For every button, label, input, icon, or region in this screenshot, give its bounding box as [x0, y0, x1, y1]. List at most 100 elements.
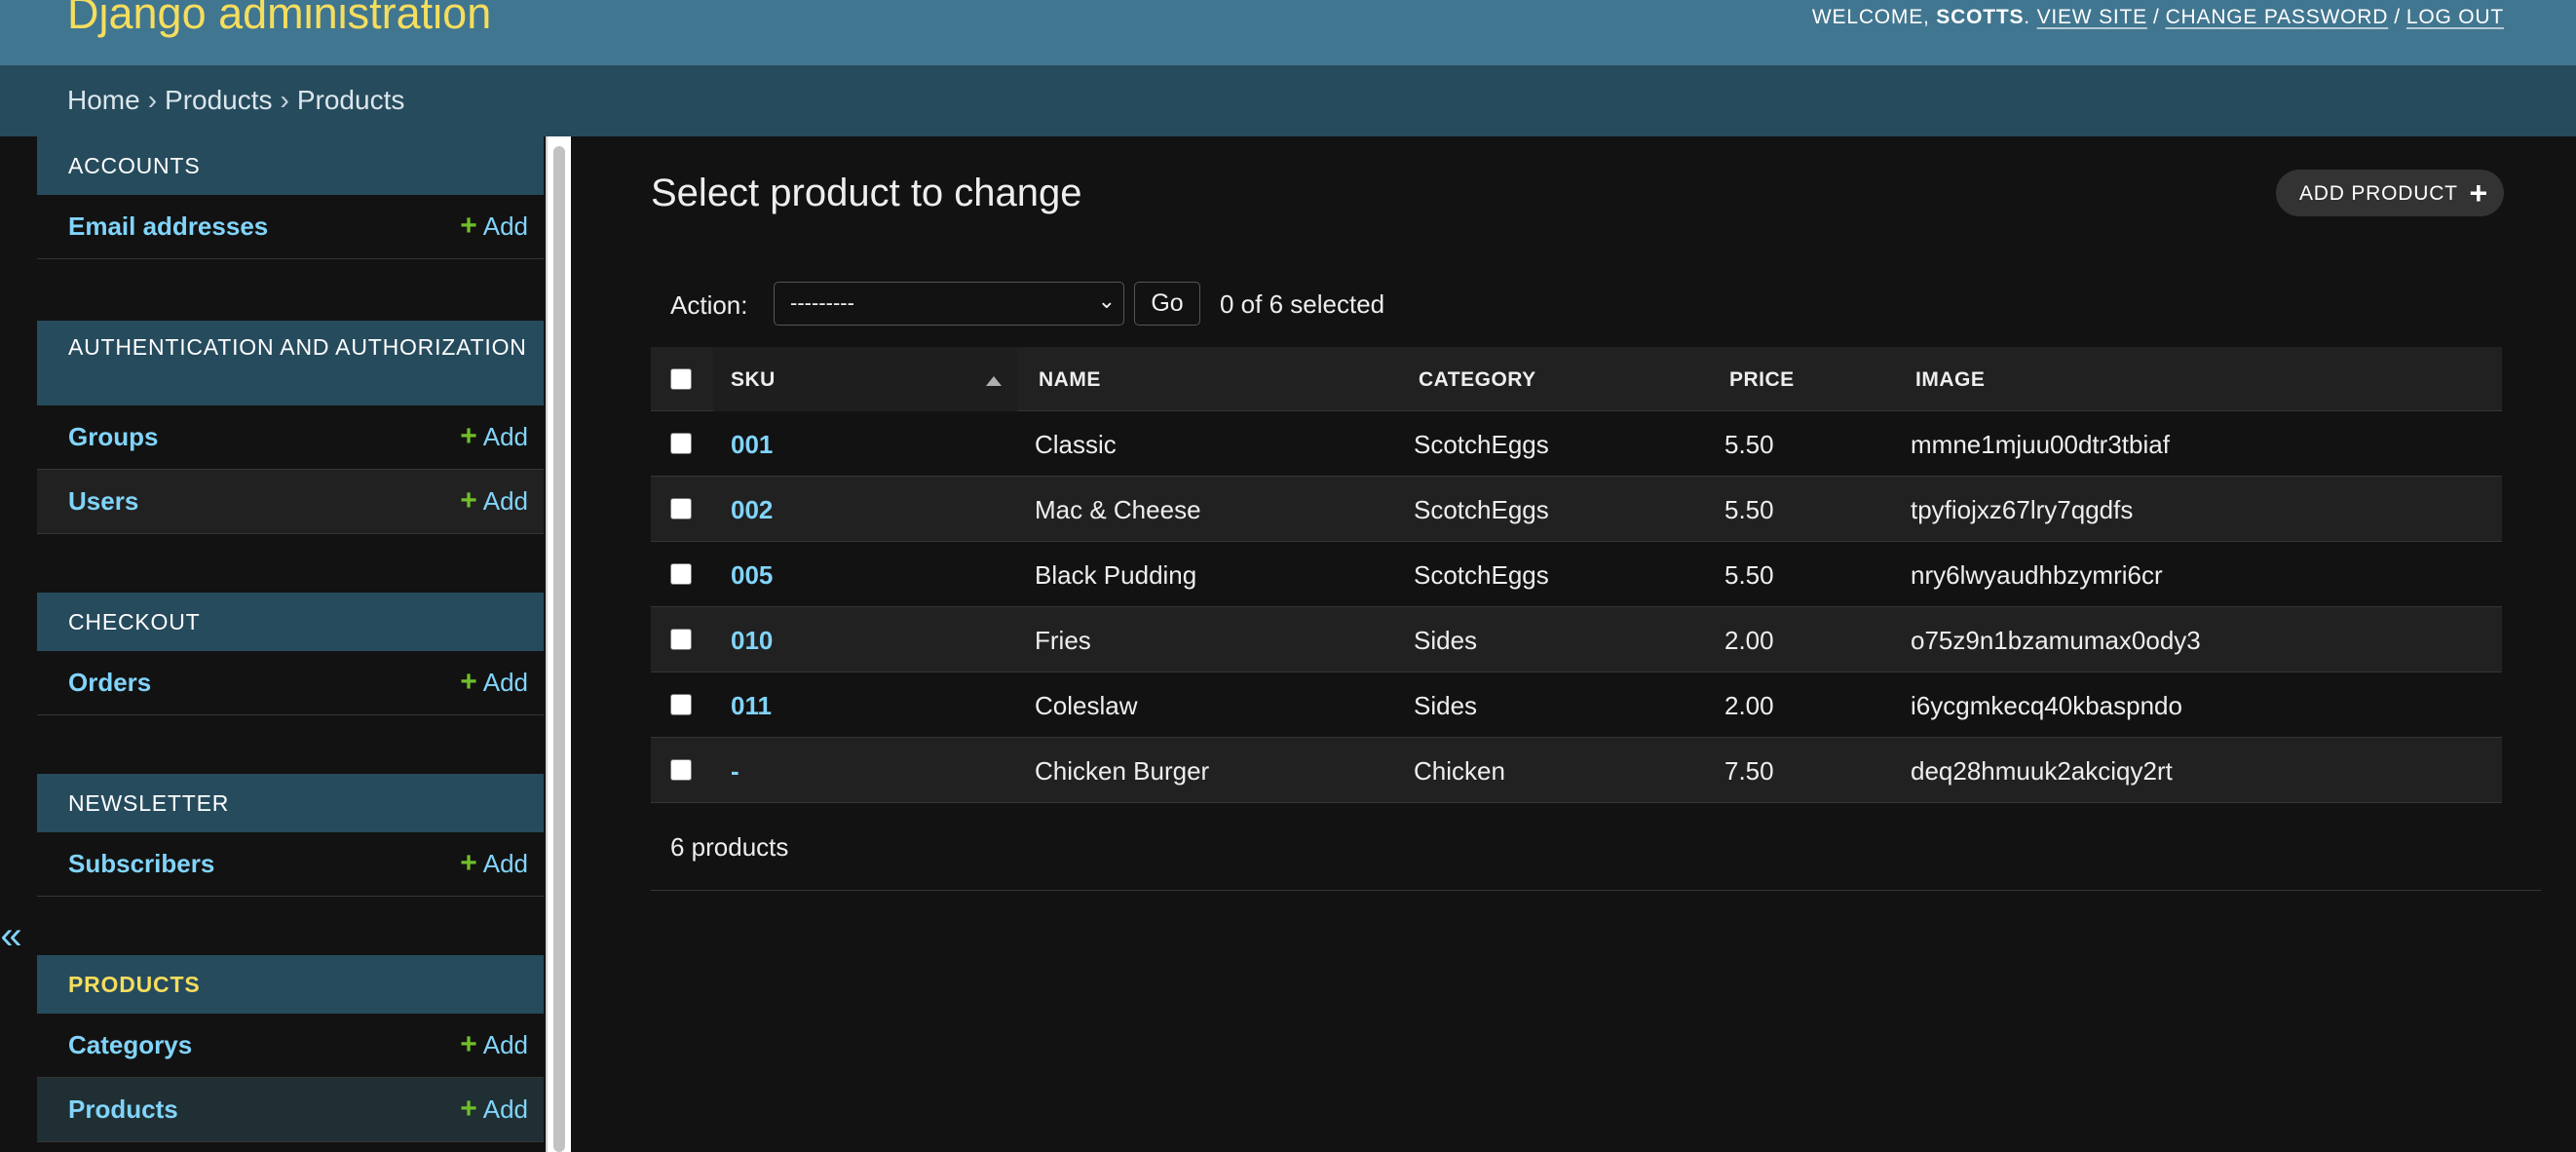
table-row: - Chicken Burger Chicken 7.50 deq28hmuuk… — [651, 738, 2502, 803]
sidebar-item-label[interactable]: Orders — [68, 668, 151, 698]
scrollbar-thumb[interactable] — [553, 146, 565, 1152]
log-out-link[interactable]: LOG OUT — [2406, 6, 2504, 28]
row-checkbox[interactable] — [670, 498, 692, 519]
sidebar-item-label[interactable]: Users — [68, 486, 138, 517]
add-label: Add — [482, 422, 528, 451]
cell-category: ScotchEggs — [1414, 560, 1549, 590]
column-header-name[interactable]: NAME — [1039, 368, 1101, 392]
sidebar-item-categorys: Categorys + Add — [37, 1014, 544, 1078]
sku-link[interactable]: - — [731, 756, 739, 787]
username: SCOTTS — [1936, 6, 2025, 28]
change-password-link[interactable]: CHANGE PASSWORD — [2166, 6, 2389, 28]
add-label: Add — [482, 1030, 528, 1059]
module-caption-newsletter[interactable]: NEWSLETTER — [37, 774, 544, 832]
cell-name: Fries — [1035, 626, 1091, 655]
cell-price: 5.50 — [1724, 495, 1774, 524]
breadcrumb: Home › Products › Products — [0, 65, 2576, 136]
cell-category: ScotchEggs — [1414, 430, 1549, 459]
cell-price: 2.00 — [1724, 626, 1774, 655]
plus-icon: + — [460, 847, 477, 879]
add-email-address-link[interactable]: + Add — [460, 211, 528, 242]
table-row: 011 Coleslaw Sides 2.00 i6ycgmkecq40kbas… — [651, 672, 2502, 738]
sidebar-item-orders: Orders + Add — [37, 651, 544, 715]
sidebar-item-label[interactable]: Groups — [68, 422, 158, 452]
breadcrumb-current: Products — [296, 85, 405, 115]
row-checkbox[interactable] — [670, 433, 692, 454]
column-header-image[interactable]: IMAGE — [1915, 368, 1985, 392]
cell-price: 7.50 — [1724, 756, 1774, 786]
page-title: Select product to change — [651, 172, 1082, 214]
go-button[interactable]: Go — [1134, 282, 1200, 326]
module-caption-auth[interactable]: AUTHENTICATION AND AUTHORIZATION — [37, 321, 544, 405]
nav-sidebar: ACCOUNTS Email addresses + Add AUTHENTICA… — [37, 136, 544, 1152]
cell-name: Black Pudding — [1035, 560, 1197, 590]
sidebar-scrollbar[interactable] — [546, 136, 571, 1152]
sort-ascending-icon[interactable] — [986, 376, 1002, 386]
site-branding[interactable]: Django administration — [67, 0, 491, 39]
column-header-sku[interactable]: SKU — [731, 368, 776, 392]
result-count: 6 products — [670, 832, 789, 862]
sku-link[interactable]: 005 — [731, 560, 773, 591]
action-label: Action: — [670, 290, 748, 320]
cell-image: o75z9n1bzamumax0ody3 — [1911, 626, 2201, 655]
plus-icon: + — [2469, 175, 2488, 211]
module-caption-accounts[interactable]: ACCOUNTS — [37, 136, 544, 195]
add-subscriber-link[interactable]: + Add — [460, 849, 528, 879]
cell-price: 5.50 — [1724, 560, 1774, 590]
select-all-checkbox[interactable] — [670, 368, 692, 390]
sidebar-item-label[interactable]: Subscribers — [68, 849, 214, 879]
add-product-link[interactable]: + Add — [460, 1094, 528, 1125]
sku-link[interactable]: 002 — [731, 495, 773, 525]
add-product-label: ADD PRODUCT — [2299, 182, 2458, 205]
column-header-price[interactable]: PRICE — [1729, 368, 1795, 392]
add-category-link[interactable]: + Add — [460, 1030, 528, 1060]
cell-name: Classic — [1035, 430, 1117, 459]
separator: / — [2152, 6, 2160, 28]
table-header: SKU NAME CATEGORY PRICE IMAGE — [651, 347, 2502, 411]
cell-category: ScotchEggs — [1414, 495, 1549, 524]
toggle-nav-sidebar[interactable]: « — [0, 136, 22, 1152]
welcome-text: WELCOME, — [1811, 6, 1930, 28]
sku-link[interactable]: 001 — [731, 430, 773, 460]
action-select[interactable]: --------- ⌄ — [774, 282, 1124, 326]
plus-icon: + — [460, 420, 477, 452]
column-header-category[interactable]: CATEGORY — [1419, 368, 1536, 392]
row-checkbox[interactable] — [670, 629, 692, 650]
cell-image: mmne1mjuu00dtr3tbiaf — [1911, 430, 2170, 459]
add-label: Add — [482, 849, 528, 878]
chevron-down-icon: ⌄ — [1097, 288, 1116, 313]
breadcrumb-app[interactable]: Products — [165, 85, 273, 115]
breadcrumb-home[interactable]: Home — [67, 85, 140, 115]
add-user-link[interactable]: + Add — [460, 486, 528, 517]
add-order-link[interactable]: + Add — [460, 668, 528, 698]
sku-link[interactable]: 011 — [731, 691, 772, 721]
table-row: 005 Black Pudding ScotchEggs 5.50 nry6lw… — [651, 542, 2502, 607]
row-checkbox[interactable] — [670, 759, 692, 781]
add-label: Add — [482, 668, 528, 697]
selection-counter: 0 of 6 selected — [1220, 289, 1385, 319]
collapse-sidebar-icon[interactable]: « — [0, 916, 22, 955]
paginator: 6 products — [651, 807, 2541, 891]
table-row: 002 Mac & Cheese ScotchEggs 5.50 tpyfioj… — [651, 477, 2502, 542]
module-caption-checkout[interactable]: CHECKOUT — [37, 593, 544, 651]
add-group-link[interactable]: + Add — [460, 422, 528, 452]
action-select-value: --------- — [790, 290, 854, 315]
view-site-link[interactable]: VIEW SITE — [2037, 6, 2147, 28]
header: Django administration WELCOME, SCOTTS. V… — [0, 0, 2576, 65]
sidebar-item-label[interactable]: Products — [68, 1094, 178, 1125]
row-checkbox[interactable] — [670, 694, 692, 715]
row-checkbox[interactable] — [670, 563, 692, 585]
table-row: 001 Classic ScotchEggs 5.50 mmne1mjuu00d… — [651, 411, 2502, 477]
sidebar-item-email-addresses: Email addresses + Add — [37, 195, 544, 259]
plus-icon: + — [460, 1028, 477, 1060]
add-product-button[interactable]: ADD PRODUCT + — [2276, 170, 2504, 216]
cell-name: Chicken Burger — [1035, 756, 1210, 786]
plus-icon: + — [460, 210, 477, 242]
table-row: 010 Fries Sides 2.00 o75z9n1bzamumax0ody… — [651, 607, 2502, 672]
sku-link[interactable]: 010 — [731, 626, 773, 656]
module-caption-products[interactable]: PRODUCTS — [37, 955, 544, 1014]
sidebar-item-label[interactable]: Email addresses — [68, 211, 268, 242]
sidebar-item-label[interactable]: Categorys — [68, 1030, 192, 1060]
actions-bar: Action: --------- ⌄ Go 0 of 6 selected — [651, 273, 2502, 335]
cell-image: deq28hmuuk2akciqy2rt — [1911, 756, 2173, 786]
